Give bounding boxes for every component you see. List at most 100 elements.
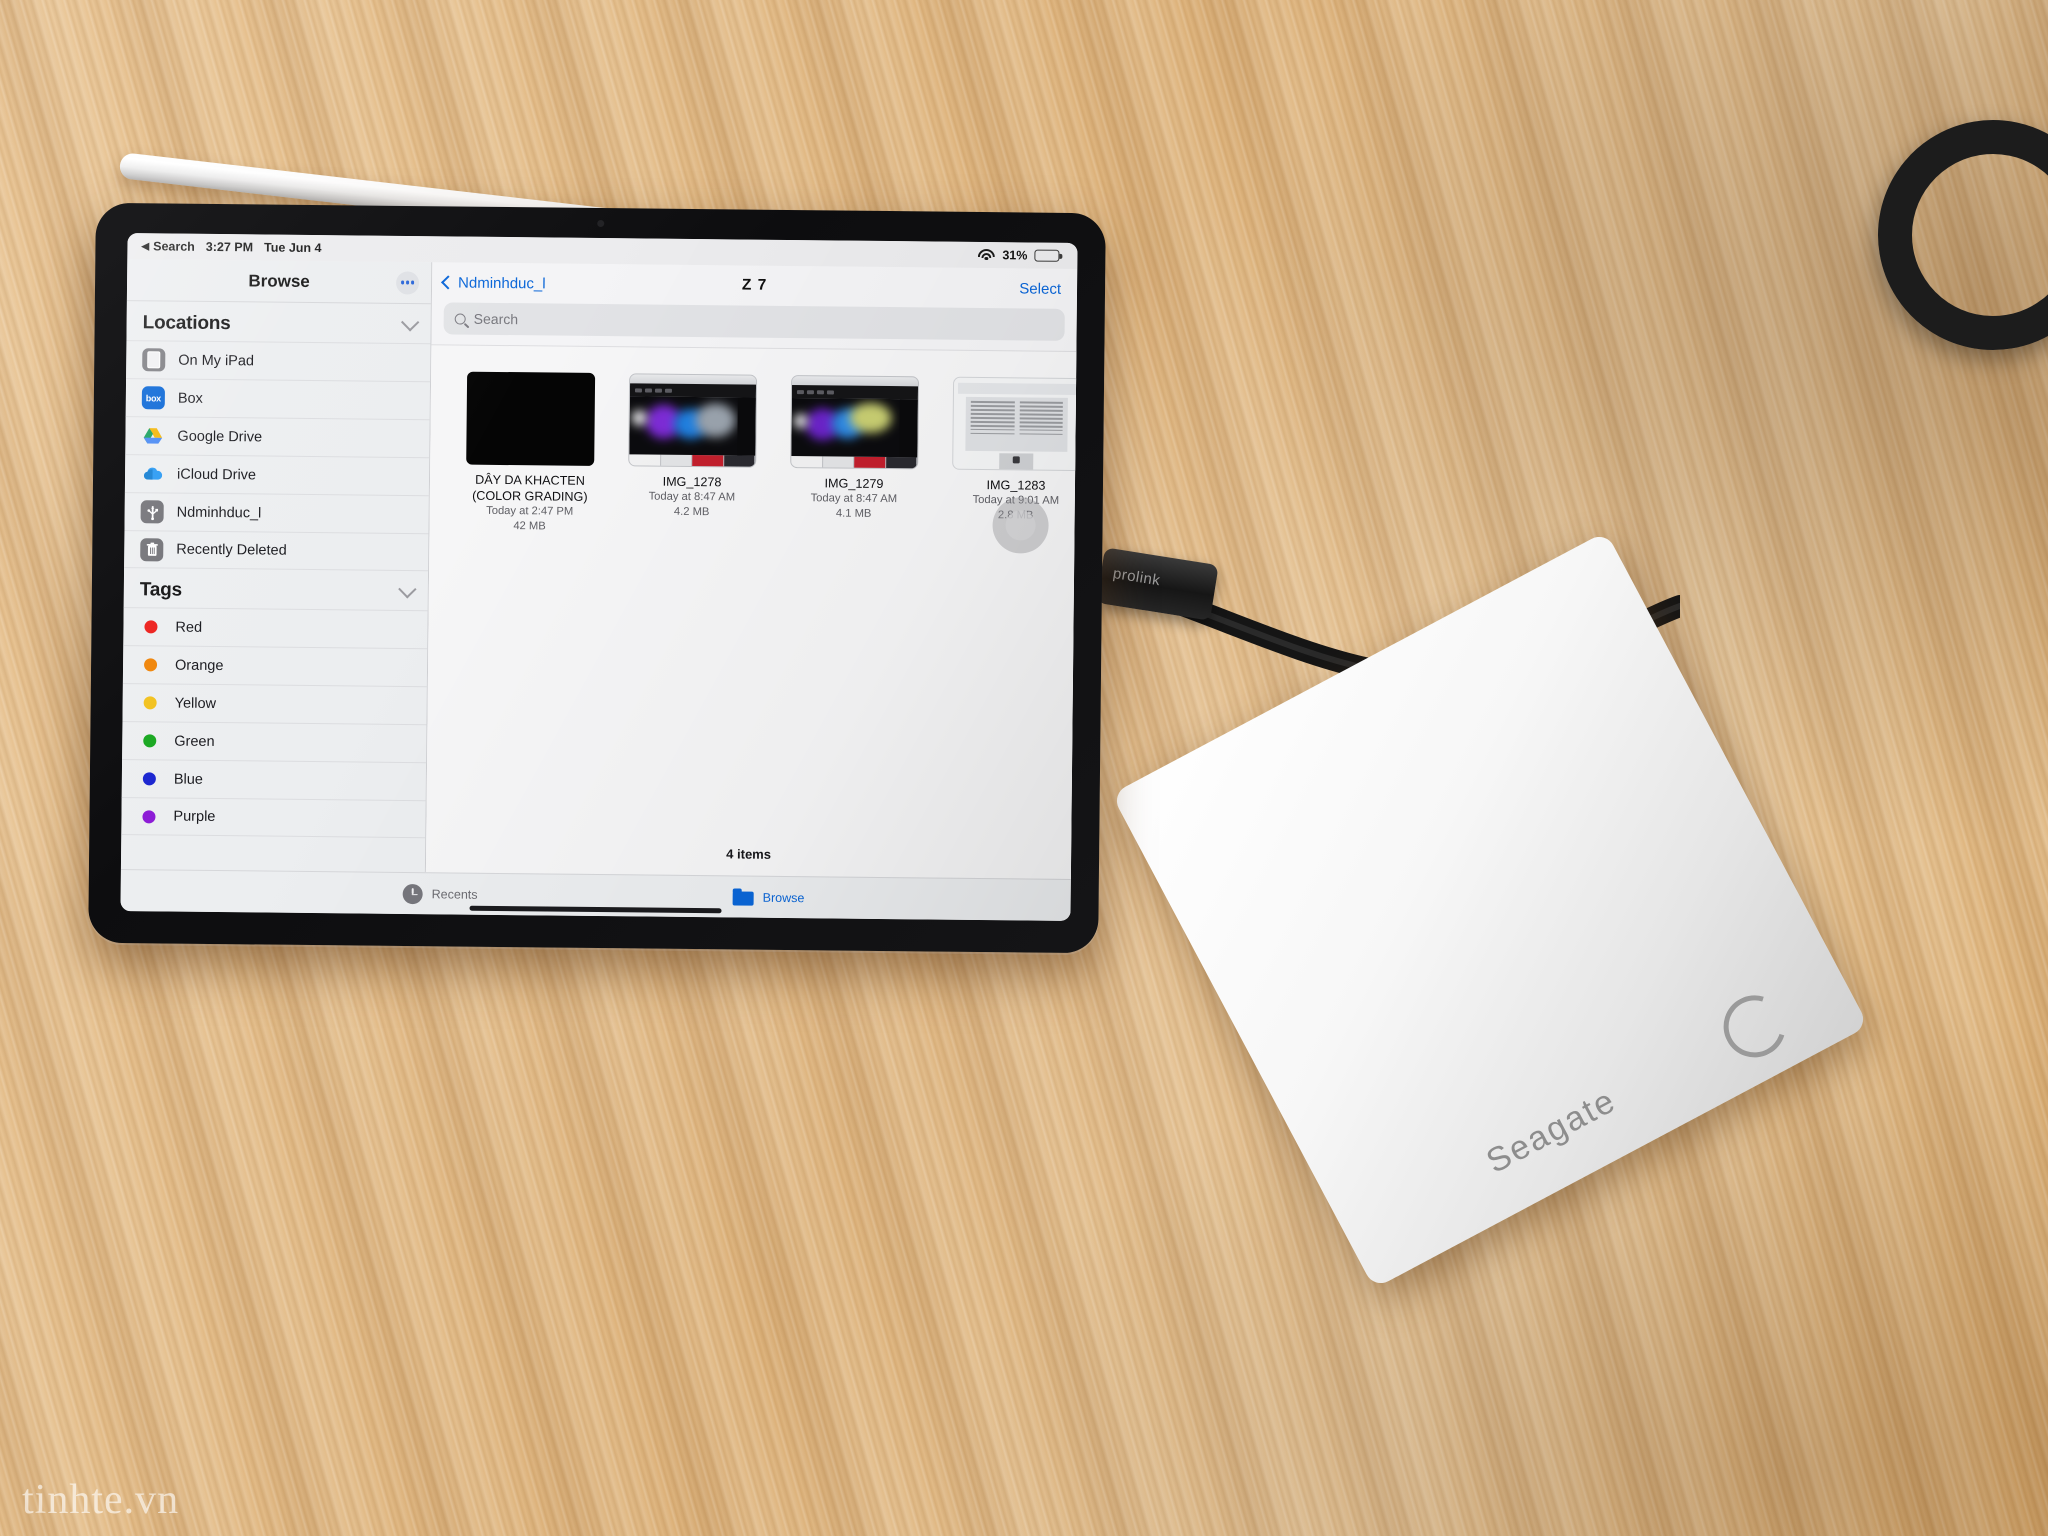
split-view: Browse Locations On My iPad box Box Goog… xyxy=(120,259,1078,879)
file-item[interactable]: DÂY DA KHACTEN (COLOR GRADING) Today at … xyxy=(465,371,596,536)
sidebar-tag-label: Orange xyxy=(174,657,224,674)
sidebar-tag-orange[interactable]: Orange xyxy=(122,645,428,687)
file-name-line1: IMG_1278 xyxy=(662,474,722,490)
sidebar-tag-yellow[interactable]: Yellow xyxy=(122,683,427,725)
file-grid-area: DÂY DA KHACTEN (COLOR GRADING) Today at … xyxy=(425,344,1078,879)
tab-label: Recents xyxy=(431,886,478,902)
back-button[interactable]: Ndminhduc_l xyxy=(441,274,546,292)
ipad-device: ◀ Search 3:27 PM Tue Jun 4 31% Browse Lo… xyxy=(88,202,1106,954)
drive-logo-icon xyxy=(1712,984,1797,1069)
sidebar-tag-label: Yellow xyxy=(174,695,217,712)
home-indicator[interactable] xyxy=(469,905,722,914)
file-name-line1: IMG_1279 xyxy=(824,476,884,491)
back-button-label: Ndminhduc_l xyxy=(457,274,546,292)
file-thumbnail xyxy=(466,371,596,466)
tags-section-header[interactable]: Tags xyxy=(124,568,428,610)
clock-icon xyxy=(402,883,423,904)
chevron-down-icon[interactable] xyxy=(400,312,420,331)
tab-bar: Recents Browse xyxy=(120,869,1071,921)
tag-color-dot xyxy=(143,658,158,672)
sidebar-tag-blue[interactable]: Blue xyxy=(121,759,427,801)
tag-color-dot xyxy=(142,809,156,823)
locations-heading: Locations xyxy=(142,312,231,335)
status-bar-left: ◀ Search 3:27 PM Tue Jun 4 xyxy=(141,239,321,255)
sidebar-item-google-drive[interactable]: Google Drive xyxy=(125,416,430,458)
file-date: Today at 2:47 PM xyxy=(486,505,574,518)
file-grid: DÂY DA KHACTEN (COLOR GRADING) Today at … xyxy=(447,371,1078,540)
items-count-label: 4 items xyxy=(726,846,772,862)
sidebar-item-ndminhduc-l[interactable]: Ndminhduc_l xyxy=(124,492,429,534)
folder-icon xyxy=(733,888,754,905)
sidebar-tag-green[interactable]: Green xyxy=(122,721,427,763)
google-drive-icon xyxy=(141,424,164,447)
sidebar-item-recently-deleted[interactable]: Recently Deleted xyxy=(124,530,429,572)
sidebar-item-label: On My iPad xyxy=(178,352,255,369)
tab-recents[interactable]: Recents xyxy=(402,883,478,904)
search-bar-container: Search xyxy=(431,302,1076,351)
battery-percent-label: 31% xyxy=(1002,248,1028,263)
sidebar-item-label: Ndminhduc_l xyxy=(176,504,262,521)
sidebar-item-box[interactable]: box Box xyxy=(125,378,431,420)
file-item[interactable]: IMG_1278 Today at 8:47 AM 4.2 MB xyxy=(627,373,758,537)
navigation-bar: Ndminhduc_l Z 7 Select xyxy=(432,262,1077,309)
front-camera xyxy=(597,219,605,228)
select-button[interactable]: Select xyxy=(1019,280,1061,297)
usb-plug-label: prolink xyxy=(1111,565,1162,590)
file-thumbnail xyxy=(790,375,920,470)
sidebar-item-label: Box xyxy=(177,390,203,407)
locations-list: On My iPad box Box Google Drive iCloud D… xyxy=(124,340,431,572)
status-back-label[interactable]: Search xyxy=(153,239,195,253)
status-bar-right: 31% xyxy=(978,248,1060,263)
sidebar-tag-purple[interactable]: Purple xyxy=(121,797,426,839)
file-size: 42 MB xyxy=(513,520,546,533)
file-item[interactable]: IMG_1279 Today at 8:47 AM 4.1 MB xyxy=(789,375,920,539)
tags-list: Red Orange Yellow Green Blue Purple xyxy=(121,607,428,839)
file-thumbnail xyxy=(628,373,758,468)
sidebar-item-label: iCloud Drive xyxy=(176,466,257,483)
chevron-left-icon xyxy=(441,275,456,290)
sidebar-header: Browse xyxy=(126,259,432,305)
site-watermark: tinhte.vn xyxy=(22,1477,180,1523)
sidebar-title: Browse xyxy=(248,270,310,291)
sidebar-item-label: Google Drive xyxy=(177,428,263,445)
file-date: Today at 8:47 AM xyxy=(648,490,736,504)
wifi-icon xyxy=(978,248,996,261)
tab-browse[interactable]: Browse xyxy=(733,888,805,906)
back-triangle-icon[interactable]: ◀ xyxy=(141,241,149,252)
sidebar-tag-label: Red xyxy=(175,619,203,636)
usb-drive-icon xyxy=(140,500,164,524)
ipad-icon xyxy=(142,348,166,372)
battery-icon xyxy=(1034,249,1060,262)
search-placeholder: Search xyxy=(473,310,519,328)
search-input[interactable]: Search xyxy=(443,302,1065,341)
drive-brand-label: Seagate xyxy=(1480,1081,1623,1181)
ipad-screen: ◀ Search 3:27 PM Tue Jun 4 31% Browse Lo… xyxy=(120,233,1078,921)
box-app-icon: box xyxy=(141,386,165,410)
file-thumbnail xyxy=(952,376,1078,472)
file-name-line1: IMG_1283 xyxy=(986,478,1046,493)
tag-color-dot xyxy=(143,696,157,710)
sidebar-item-label: Recently Deleted xyxy=(176,541,287,559)
sidebar: Browse Locations On My iPad box Box Goog… xyxy=(120,259,433,873)
trash-icon xyxy=(140,537,164,561)
search-icon xyxy=(454,312,466,325)
locations-section-header[interactable]: Locations xyxy=(126,301,430,343)
sidebar-item-icloud-drive[interactable]: iCloud Drive xyxy=(124,454,430,496)
sidebar-tag-label: Purple xyxy=(173,808,216,826)
sidebar-tag-label: Blue xyxy=(173,771,203,788)
file-size: 4.2 MB xyxy=(673,505,710,519)
sidebar-tag-label: Green xyxy=(174,733,215,750)
chevron-down-icon[interactable] xyxy=(398,579,417,598)
tags-heading: Tags xyxy=(139,579,183,601)
tag-color-dot xyxy=(143,734,157,748)
file-date: Today at 8:47 AM xyxy=(810,492,898,506)
assistive-touch-icon[interactable] xyxy=(992,497,1049,554)
tag-color-dot xyxy=(142,772,156,786)
page-title: Z 7 xyxy=(741,276,768,294)
sidebar-tag-red[interactable]: Red xyxy=(123,607,428,649)
ellipsis-icon[interactable] xyxy=(395,270,420,295)
tab-label: Browse xyxy=(762,890,805,905)
status-date: Tue Jun 4 xyxy=(264,240,322,256)
sidebar-item-on-my-ipad[interactable]: On My iPad xyxy=(126,340,431,382)
tag-color-dot xyxy=(144,620,158,634)
